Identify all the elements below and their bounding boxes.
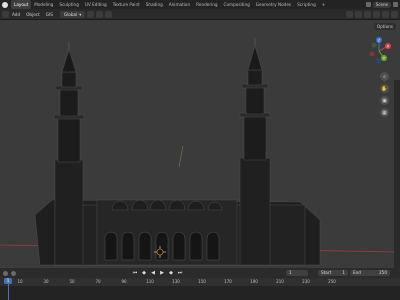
tick-label: 90: [121, 279, 127, 284]
timeline-header: ⏮ ◆ ◀ ▶ ◆ ⏭ 1 Start 1 End 250: [0, 268, 400, 278]
chevron-down-icon: ▾: [79, 11, 82, 17]
jump-end-icon[interactable]: ⏭: [177, 270, 183, 276]
scene-selector[interactable]: Scene: [372, 1, 391, 8]
zoom-icon[interactable]: ⌕: [380, 72, 389, 81]
viewport-scene: [0, 38, 400, 266]
transform-orientation-dropdown[interactable]: Global ▾: [59, 10, 86, 18]
prev-keyframe-icon[interactable]: ◆: [141, 270, 147, 276]
options-label: Options: [376, 24, 393, 29]
end-label: End: [353, 270, 361, 275]
viewport-header: Add Object GIS Global ▾: [0, 9, 400, 20]
timeline-editor: ⏮ ◆ ◀ ▶ ◆ ⏭ 1 Start 1 End 250 0 10 30 50…: [0, 268, 400, 300]
tab-texture-paint[interactable]: Texture Paint: [110, 0, 143, 9]
tab-scripting[interactable]: Scripting: [294, 0, 319, 9]
tab-geometry-nodes[interactable]: Geometry Nodes: [253, 0, 294, 9]
editor-type-icon[interactable]: [2, 10, 9, 18]
pivot-icon[interactable]: [87, 10, 95, 18]
shading-wireframe-icon[interactable]: [382, 11, 389, 18]
end-value: 250: [379, 270, 387, 275]
menu-object[interactable]: Object: [23, 12, 43, 17]
y-axis-line: [178, 145, 184, 168]
tick-label: 130: [172, 279, 180, 284]
tick-label: 110: [146, 279, 154, 284]
shading-solid-icon[interactable]: [391, 11, 398, 18]
play-reverse-icon[interactable]: ◀: [150, 270, 156, 276]
overlay-icon[interactable]: [364, 11, 371, 18]
visibility-icon[interactable]: [346, 11, 353, 18]
tick-label: 50: [69, 279, 75, 284]
tab-uv-editing[interactable]: UV Editing: [82, 0, 110, 9]
playhead-line: [8, 284, 9, 300]
pan-hand-icon[interactable]: ✋: [380, 84, 389, 93]
menu-gis[interactable]: GIS: [43, 12, 56, 17]
tick-label: 70: [95, 279, 101, 284]
blender-logo-icon[interactable]: [2, 1, 8, 8]
menu-add[interactable]: Add: [9, 12, 23, 17]
tab-layout[interactable]: Layout: [11, 0, 32, 9]
tab-animation[interactable]: Animation: [166, 0, 193, 9]
auto-keying-icon[interactable]: [11, 270, 16, 276]
transform-orientation-value: Global: [63, 11, 78, 17]
navigation-gizmo[interactable]: X Y Z: [364, 36, 394, 66]
next-keyframe-icon[interactable]: ◆: [168, 270, 174, 276]
camera-view-icon[interactable]: ▣: [380, 96, 389, 105]
current-frame-field[interactable]: 1: [286, 270, 308, 276]
tab-compositing[interactable]: Compositing: [221, 0, 253, 9]
tick-label: 150: [198, 279, 206, 284]
tick-label: 190: [250, 279, 258, 284]
start-frame-field[interactable]: Start 1: [318, 270, 348, 276]
playback-controls: ⏮ ◆ ◀ ▶ ◆ ⏭: [132, 270, 183, 276]
start-label: Start: [321, 270, 332, 275]
3d-viewport[interactable]: Options X Y Z ⌕ ✋ ▣ ▦: [0, 20, 400, 268]
tick-label: 230: [302, 279, 310, 284]
tick-label: 170: [224, 279, 232, 284]
workspace-topbar: Layout Modeling Sculpting UV Editing Tex…: [0, 0, 400, 9]
add-workspace-button[interactable]: +: [319, 0, 329, 9]
frame-ruler[interactable]: 0 10 30 50 70 90 110 130 150 170 190 210…: [0, 278, 400, 286]
view-layer-icon[interactable]: [393, 2, 398, 7]
proportional-edit-icon[interactable]: [105, 10, 113, 18]
tick-label: 30: [43, 279, 49, 284]
tab-shading[interactable]: Shading: [143, 0, 166, 9]
timeline-track-area[interactable]: [0, 286, 400, 300]
end-frame-field[interactable]: End 250: [350, 270, 390, 276]
options-dropdown[interactable]: Options: [373, 23, 396, 30]
tab-sculpting[interactable]: Sculpting: [56, 0, 82, 9]
current-frame-value: 1: [289, 270, 292, 275]
tick-label: 10: [17, 279, 23, 284]
start-value: 1: [342, 270, 345, 275]
mosque-model: [34, 38, 321, 266]
right-minaret: [239, 38, 271, 266]
timeline-editor-type-icon[interactable]: [3, 270, 8, 276]
tick-label: 210: [276, 279, 284, 284]
tick-label: 250: [328, 279, 336, 284]
snap-icon[interactable]: [96, 10, 104, 18]
jump-start-icon[interactable]: ⏮: [132, 270, 138, 276]
tool-settings-strip: [394, 80, 400, 268]
play-icon[interactable]: ▶: [159, 270, 165, 276]
tab-modeling[interactable]: Modeling: [31, 0, 56, 9]
perspective-toggle-icon[interactable]: ▦: [380, 108, 389, 117]
scene-icon: [365, 2, 371, 7]
tab-rendering[interactable]: Rendering: [193, 0, 220, 9]
xray-icon[interactable]: [373, 11, 380, 18]
gizmo-toggle-icon[interactable]: [355, 11, 362, 18]
left-minaret: [53, 42, 85, 266]
